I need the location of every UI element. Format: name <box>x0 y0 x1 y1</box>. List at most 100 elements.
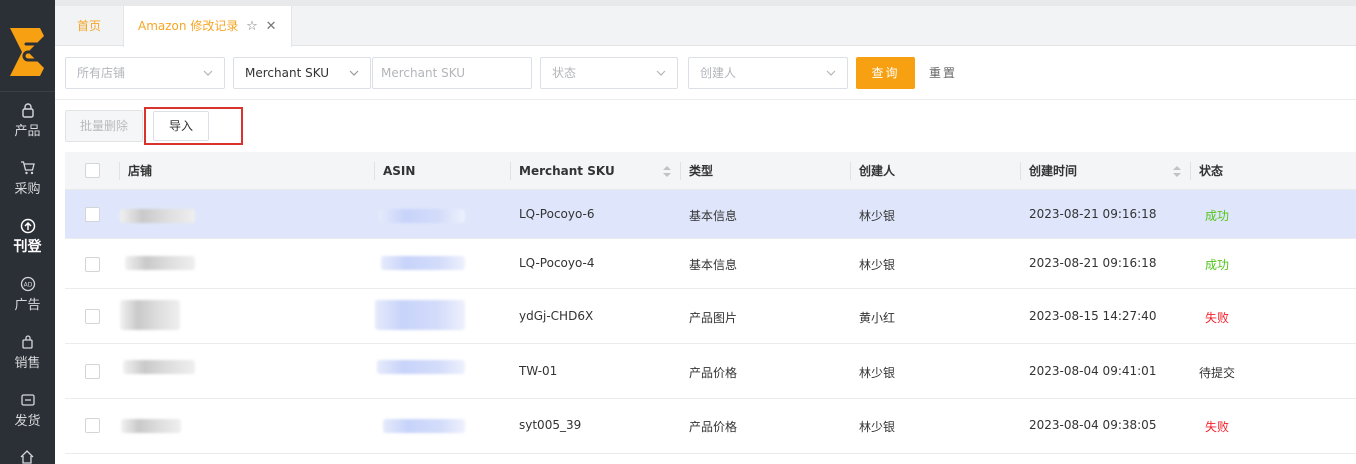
sidebar-item-label: 销售 <box>14 356 41 371</box>
sidebar: 产品 采购 刊登 AD 广告 销售 发货 <box>0 0 55 464</box>
row-checkbox[interactable] <box>85 257 100 272</box>
column-divider <box>1020 162 1021 180</box>
status-cell: 成功 <box>1205 258 1230 272</box>
table-row[interactable]: ydGj-CHD6X 产品图片 黄小红 2023-08-15 14:27:40 … <box>65 289 1356 344</box>
filter-bar: 所有店铺 Merchant SKU Merchant SKU 状态 创建人 查询… <box>55 46 1356 100</box>
sidebar-item-label: 发货 <box>14 414 41 429</box>
tabs: 首页 Amazon 修改记录 ☆ ✕ <box>55 0 1356 47</box>
type-cell: 产品图片 <box>689 311 738 325</box>
type-cell: 基本信息 <box>689 209 738 223</box>
store-name-redacted <box>121 419 181 433</box>
logo[interactable] <box>0 0 55 92</box>
svg-text:AD: AD <box>23 282 32 289</box>
status-cell: 待提交 <box>1199 366 1236 380</box>
lock-icon <box>21 103 34 118</box>
sidebar-item-label: 采购 <box>14 182 41 197</box>
column-divider <box>374 162 375 180</box>
creator-select[interactable]: 创建人 <box>688 57 848 89</box>
sku-cell: TW-01 <box>519 364 558 378</box>
created-at-cell: 2023-08-04 09:38:05 <box>1029 418 1157 432</box>
created-at-cell: 2023-08-21 09:16:18 <box>1029 207 1157 221</box>
status-cell: 成功 <box>1205 209 1230 223</box>
table-row[interactable]: LQ-Pocoyo-6 基本信息 林少银 2023-08-21 09:16:18… <box>65 190 1356 239</box>
table-row[interactable]: LQ-Pocoyo-4 基本信息 林少银 2023-08-21 09:16:18… <box>65 239 1356 289</box>
close-icon[interactable]: ✕ <box>266 19 277 34</box>
cart-icon <box>20 161 35 175</box>
tab-home[interactable]: 首页 <box>55 6 123 46</box>
row-checkbox[interactable] <box>85 364 100 379</box>
status-select[interactable]: 状态 <box>540 57 678 89</box>
sku-input[interactable]: Merchant SKU <box>372 57 532 89</box>
type-cell: 产品价格 <box>689 366 738 380</box>
store-name-redacted <box>120 300 180 330</box>
creator-cell: 林少银 <box>859 366 896 380</box>
status-select-placeholder: 状态 <box>552 66 577 80</box>
asin-redacted[interactable] <box>377 360 465 374</box>
type-cell: 基本信息 <box>689 258 738 272</box>
sidebar-item-ads[interactable]: AD 广告 <box>0 266 55 322</box>
column-divider <box>680 162 681 180</box>
row-checkbox[interactable] <box>85 309 100 324</box>
sku-type-select[interactable]: Merchant SKU <box>233 57 371 89</box>
header-status: 状态 <box>1199 164 1224 178</box>
reset-button[interactable]: 重置 <box>929 57 957 89</box>
ad-icon: AD <box>20 276 35 292</box>
sort-icon[interactable] <box>663 166 671 177</box>
creator-select-placeholder: 创建人 <box>700 66 737 80</box>
sales-icon <box>21 335 33 349</box>
shipping-icon <box>20 394 35 406</box>
header-creator: 创建人 <box>859 164 896 178</box>
sidebar-item-shipping[interactable]: 发货 <box>0 382 55 438</box>
creator-cell: 林少银 <box>859 420 896 434</box>
tab-amazon-edit-records[interactable]: Amazon 修改记录 ☆ ✕ <box>123 6 292 47</box>
header-sku[interactable]: Merchant SKU <box>519 152 615 190</box>
select-all-checkbox[interactable] <box>85 163 100 178</box>
table-row[interactable]: syt005_39 产品价格 林少银 2023-08-04 09:38:05 失… <box>65 399 1356 454</box>
table-header: 店铺 ASIN Merchant SKU 类型 创建人 创建时间 状态 <box>65 152 1356 190</box>
logo-icon <box>10 28 44 76</box>
batch-delete-button[interactable]: 批量删除 <box>65 110 143 142</box>
sku-cell: LQ-Pocoyo-6 <box>519 207 595 221</box>
row-checkbox[interactable] <box>85 207 100 222</box>
store-select[interactable]: 所有店铺 <box>65 57 225 89</box>
sku-cell: syt005_39 <box>519 418 582 432</box>
sidebar-item-sales[interactable]: 销售 <box>0 324 55 380</box>
creator-cell: 林少银 <box>859 209 896 223</box>
created-at-cell: 2023-08-04 09:41:01 <box>1029 364 1157 378</box>
query-button[interactable]: 查询 <box>856 57 915 89</box>
sidebar-item-label: 广告 <box>14 298 41 313</box>
type-cell: 产品价格 <box>689 420 738 434</box>
asin-redacted[interactable] <box>381 256 465 270</box>
header-store: 店铺 <box>128 164 153 178</box>
sidebar-item-purchase[interactable]: 采购 <box>0 150 55 206</box>
asin-redacted[interactable] <box>383 419 465 433</box>
asin-redacted[interactable] <box>375 300 465 330</box>
column-divider <box>1190 162 1191 180</box>
store-name-redacted <box>125 256 195 270</box>
home-icon[interactable] <box>19 449 35 464</box>
highlight-box <box>144 107 243 145</box>
chevron-down-icon <box>203 70 213 76</box>
sidebar-item-products[interactable]: 产品 <box>0 92 55 148</box>
header-asin: ASIN <box>383 164 416 178</box>
status-cell: 失败 <box>1205 311 1230 325</box>
column-divider <box>850 162 851 180</box>
status-cell: 失败 <box>1205 420 1230 434</box>
upload-circle-icon <box>20 218 35 234</box>
star-icon[interactable]: ☆ <box>246 19 258 34</box>
created-at-cell: 2023-08-21 09:16:18 <box>1029 256 1157 270</box>
table-row[interactable]: TW-01 产品价格 林少银 2023-08-04 09:41:01 待提交 <box>65 344 1356 399</box>
chevron-down-icon <box>656 70 666 76</box>
sort-icon[interactable] <box>1173 166 1181 177</box>
sidebar-item-listing[interactable]: 刊登 <box>0 208 55 264</box>
app-window: 产品 采购 刊登 AD 广告 销售 发货 首页 Amazon 修改记录 ☆ ✕ … <box>0 0 1356 464</box>
header-type: 类型 <box>689 164 714 178</box>
row-checkbox[interactable] <box>85 418 100 433</box>
header-created-at[interactable]: 创建时间 <box>1029 152 1077 190</box>
sku-cell: ydGj-CHD6X <box>519 309 594 323</box>
sku-input-placeholder: Merchant SKU <box>381 66 466 80</box>
asin-redacted[interactable] <box>379 209 465 223</box>
column-divider <box>510 162 511 180</box>
tab-label: Amazon 修改记录 <box>138 19 239 33</box>
column-divider <box>119 162 120 180</box>
